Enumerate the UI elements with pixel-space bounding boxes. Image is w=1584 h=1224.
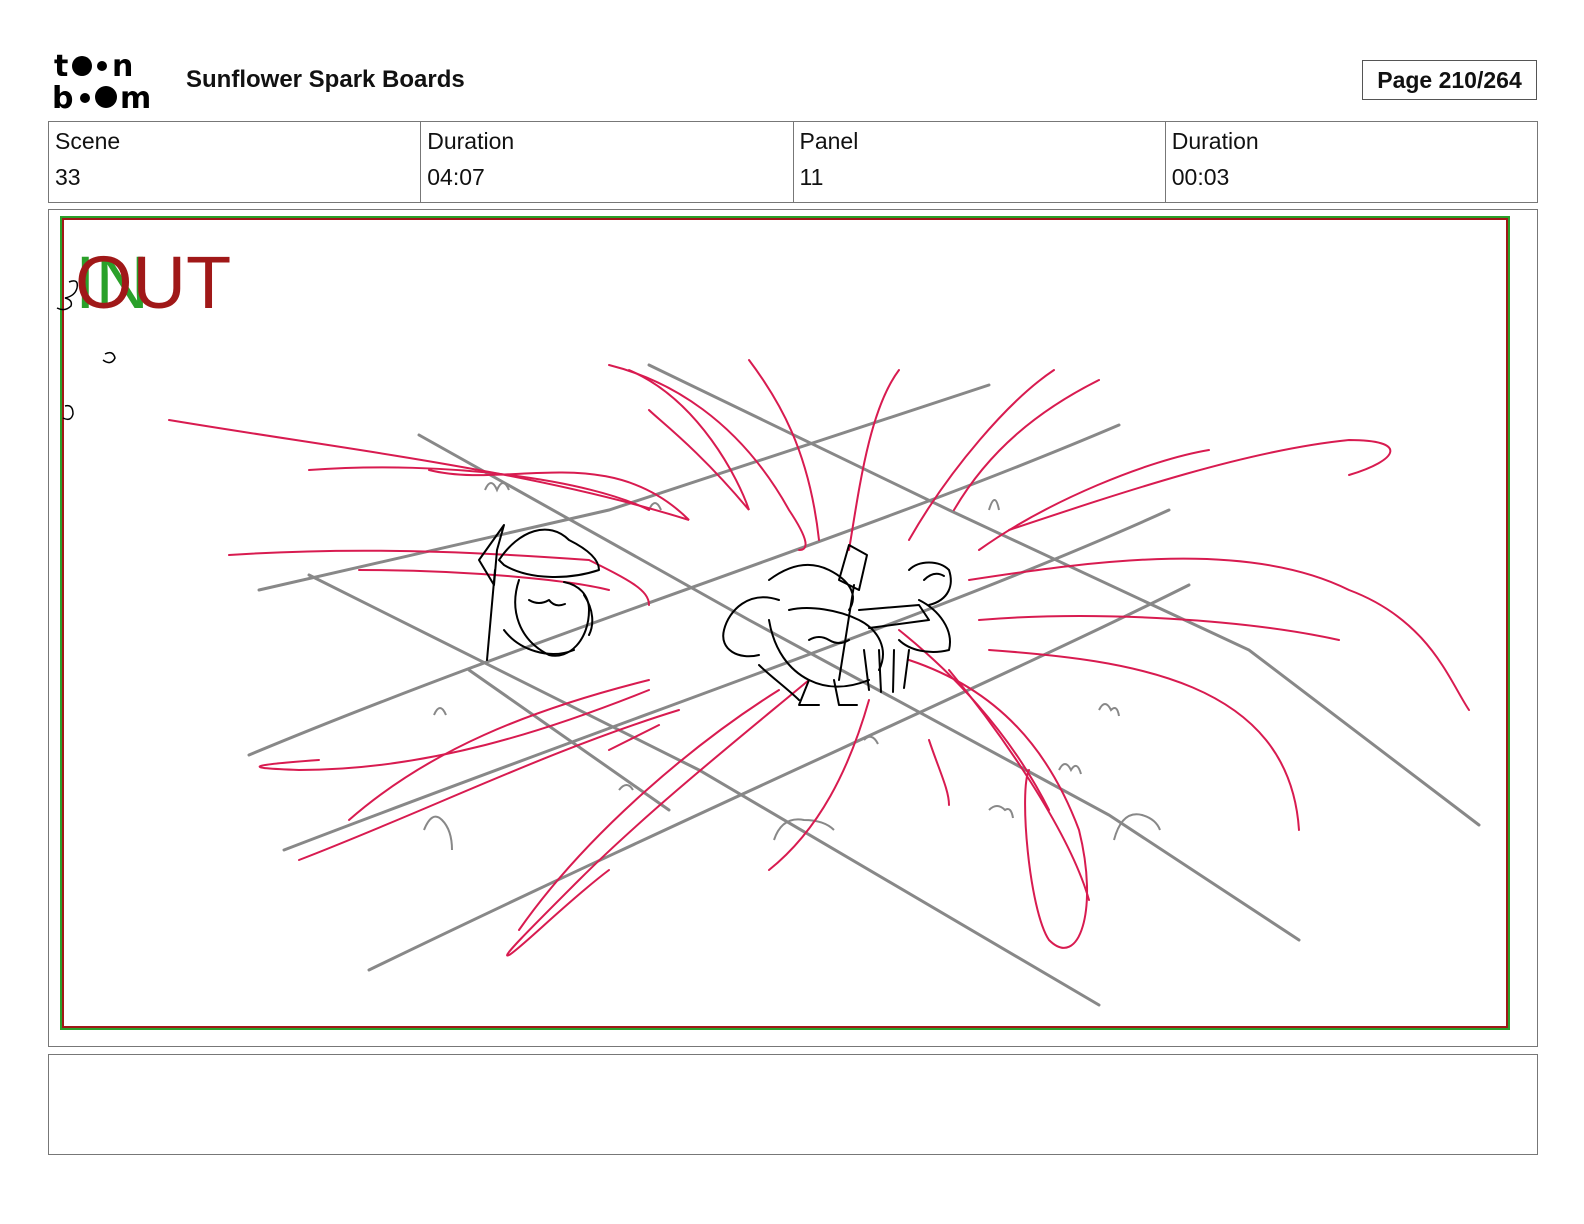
panel-cell: Panel 11 (794, 122, 1166, 202)
toonboom-logo: t n b m (52, 49, 164, 116)
scene-label: Scene (55, 128, 121, 154)
left-spear-shaft (486, 569, 496, 661)
right-arm (858, 604, 930, 629)
panel-duration-cell: Duration 00:03 (1166, 122, 1537, 202)
document-title: Sunflower Spark Boards (186, 66, 465, 93)
panel-notes-box (48, 1054, 1538, 1155)
toonboom-logo-graphic: t n b m (52, 49, 151, 116)
scene-cell: Scene 33 (49, 122, 422, 202)
svg-text:m: m (120, 81, 151, 112)
scene-value: 33 (55, 164, 81, 190)
scene-duration-label: Duration (427, 128, 515, 154)
panel-drawing: IN OUT (56, 216, 1510, 1030)
svg-text:n: n (112, 50, 133, 84)
character-sketches (478, 524, 952, 706)
out-mark: OUT (75, 241, 231, 324)
grass-tufts (423, 482, 1161, 851)
out-frame-border (62, 218, 1508, 1028)
panel-duration-value: 00:03 (1171, 164, 1230, 190)
scene-info-table: Scene 33 Duration 04:07 Panel 11 Duratio… (48, 121, 1538, 203)
scene-duration-cell: Duration 04:07 (421, 122, 794, 202)
panel-duration-label: Duration (1171, 128, 1259, 154)
panel-label: Panel (799, 128, 859, 154)
right-spear-shaft (838, 584, 855, 681)
svg-text:b: b (52, 81, 73, 112)
panel-value: 11 (799, 164, 824, 190)
left-hat (498, 528, 600, 578)
svg-text:t: t (54, 50, 68, 84)
storyboard-panel: IN OUT (48, 209, 1538, 1047)
right-spear-head (838, 544, 868, 591)
in-frame-border (60, 216, 1510, 1030)
page-indicator: Page 210/264 (1362, 60, 1537, 100)
scene-duration-value: 04:07 (427, 164, 485, 190)
